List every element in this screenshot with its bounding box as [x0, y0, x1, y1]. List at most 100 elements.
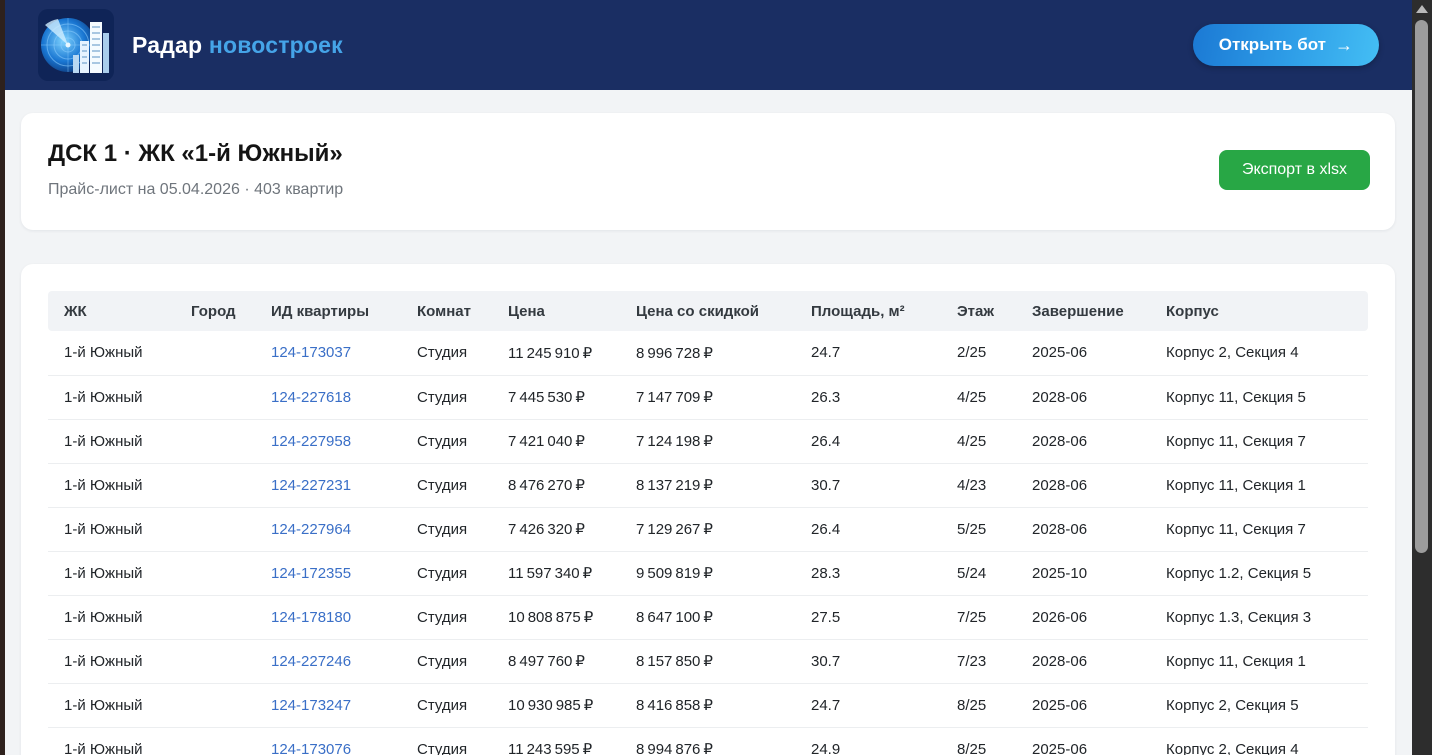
- table-cell: 1-й Южный: [48, 375, 175, 419]
- table-cell: 1-й Южный: [48, 507, 175, 551]
- table-cell: 30.7: [795, 463, 941, 507]
- column-header: Цена со скидкой: [620, 291, 795, 331]
- table-cell: 8 647 100 ₽: [620, 595, 795, 639]
- column-header: Комнат: [401, 291, 492, 331]
- column-header: ЖК: [48, 291, 175, 331]
- table-cell: 7 124 198 ₽: [620, 419, 795, 463]
- table-cell: Корпус 2, Секция 5: [1150, 683, 1368, 727]
- table-cell: Корпус 11, Секция 7: [1150, 507, 1368, 551]
- table-cell: 2025-06: [1016, 331, 1150, 375]
- apartment-id-link[interactable]: 124-227231: [271, 477, 351, 494]
- table-cell: 11 245 910 ₽: [492, 331, 620, 375]
- table-cell: Корпус 11, Секция 1: [1150, 639, 1368, 683]
- table-cell: [175, 551, 255, 595]
- table-cell: 27.5: [795, 595, 941, 639]
- table-cell: 2025-06: [1016, 727, 1150, 755]
- table-cell: 1-й Южный: [48, 551, 175, 595]
- table-cell: Студия: [401, 507, 492, 551]
- table-cell: [175, 507, 255, 551]
- table-row: 1-й Южный124-227958Студия7 421 040 ₽7 12…: [48, 419, 1368, 463]
- table-cell: 24.9: [795, 727, 941, 755]
- page-content: ДСК 1 · ЖК «1-й Южный» Прайс-лист на 05.…: [5, 90, 1412, 755]
- scrollbar-thumb[interactable]: [1415, 20, 1428, 553]
- apartment-id-link[interactable]: 124-173247: [271, 697, 351, 714]
- table-cell: Студия: [401, 419, 492, 463]
- table-cell: [175, 727, 255, 755]
- table-cell: 124-227958: [255, 419, 401, 463]
- table-cell: Корпус 11, Секция 1: [1150, 463, 1368, 507]
- export-xlsx-button[interactable]: Экспорт в xlsx: [1219, 150, 1370, 190]
- apartment-id-link[interactable]: 124-227618: [271, 389, 351, 406]
- table-cell: 124-172355: [255, 551, 401, 595]
- table-row: 1-й Южный124-227246Студия8 497 760 ₽8 15…: [48, 639, 1368, 683]
- table-cell: 30.7: [795, 639, 941, 683]
- table-cell: Корпус 1.3, Секция 3: [1150, 595, 1368, 639]
- scroll-up-arrow-icon[interactable]: [1412, 0, 1432, 18]
- table-cell: 2028-06: [1016, 507, 1150, 551]
- table-cell: 1-й Южный: [48, 419, 175, 463]
- table-cell: 28.3: [795, 551, 941, 595]
- table-body: 1-й Южный124-173037Студия11 245 910 ₽8 9…: [48, 331, 1368, 755]
- table-cell: 124-227618: [255, 375, 401, 419]
- table-cell: 5/25: [941, 507, 1016, 551]
- table-cell: 8 994 876 ₽: [620, 727, 795, 755]
- apartment-id-link[interactable]: 124-172355: [271, 565, 351, 582]
- table-cell: 124-227231: [255, 463, 401, 507]
- table-cell: [175, 595, 255, 639]
- column-header: Этаж: [941, 291, 1016, 331]
- column-header: Завершение: [1016, 291, 1150, 331]
- table-cell: Студия: [401, 375, 492, 419]
- apartments-table: ЖКГородИД квартирыКомнатЦенаЦена со скид…: [48, 291, 1368, 755]
- table-cell: 124-227964: [255, 507, 401, 551]
- table-cell: 24.7: [795, 331, 941, 375]
- table-cell: 26.4: [795, 419, 941, 463]
- brand-primary: Радар: [132, 32, 202, 58]
- table-row: 1-й Южный124-173076Студия11 243 595 ₽8 9…: [48, 727, 1368, 755]
- brand-secondary: новостроек: [209, 32, 343, 58]
- column-header: Площадь, м²: [795, 291, 941, 331]
- table-cell: 8 476 270 ₽: [492, 463, 620, 507]
- table-row: 1-й Южный124-172355Студия11 597 340 ₽9 5…: [48, 551, 1368, 595]
- table-cell: 8/25: [941, 683, 1016, 727]
- table-cell: Студия: [401, 551, 492, 595]
- table-cell: Студия: [401, 331, 492, 375]
- table-row: 1-й Южный124-173247Студия10 930 985 ₽8 4…: [48, 683, 1368, 727]
- table-cell: 2028-06: [1016, 375, 1150, 419]
- table-cell: 1-й Южный: [48, 595, 175, 639]
- brand-title: Радар новостроек: [132, 32, 343, 59]
- table-cell: 2028-06: [1016, 419, 1150, 463]
- apartment-id-link[interactable]: 124-227246: [271, 653, 351, 670]
- apartment-id-link[interactable]: 124-173037: [271, 344, 351, 361]
- table-cell: 8 137 219 ₽: [620, 463, 795, 507]
- apartment-id-link[interactable]: 124-173076: [271, 741, 351, 755]
- table-row: 1-й Южный124-173037Студия11 245 910 ₽8 9…: [48, 331, 1368, 375]
- table-cell: 26.3: [795, 375, 941, 419]
- table-cell: 7 426 320 ₽: [492, 507, 620, 551]
- open-bot-button[interactable]: Открыть бот →: [1193, 24, 1379, 66]
- table-cell: 8 416 858 ₽: [620, 683, 795, 727]
- table-row: 1-й Южный124-227964Студия7 426 320 ₽7 12…: [48, 507, 1368, 551]
- window-left-edge: [0, 0, 5, 755]
- apartment-id-link[interactable]: 124-227958: [271, 433, 351, 450]
- table-cell: Корпус 11, Секция 7: [1150, 419, 1368, 463]
- apartment-id-link[interactable]: 124-178180: [271, 609, 351, 626]
- table-cell: 1-й Южный: [48, 463, 175, 507]
- radar-logo-icon[interactable]: [38, 9, 114, 81]
- table-cell: 4/23: [941, 463, 1016, 507]
- table-cell: [175, 331, 255, 375]
- table-cell: Студия: [401, 727, 492, 755]
- table-cell: 2/25: [941, 331, 1016, 375]
- table-cell: 8 497 760 ₽: [492, 639, 620, 683]
- apartment-id-link[interactable]: 124-227964: [271, 521, 351, 538]
- table-cell: 124-173076: [255, 727, 401, 755]
- table-cell: 1-й Южный: [48, 683, 175, 727]
- table-cell: 1-й Южный: [48, 331, 175, 375]
- table-cell: [175, 375, 255, 419]
- vertical-scrollbar[interactable]: [1412, 0, 1432, 755]
- page-title: ДСК 1 · ЖК «1-й Южный»: [48, 140, 1368, 168]
- table-cell: Студия: [401, 639, 492, 683]
- apartments-table-card: ЖКГородИД квартирыКомнатЦенаЦена со скид…: [21, 264, 1395, 755]
- table-cell: 1-й Южный: [48, 727, 175, 755]
- table-cell: 10 930 985 ₽: [492, 683, 620, 727]
- table-cell: 7 147 709 ₽: [620, 375, 795, 419]
